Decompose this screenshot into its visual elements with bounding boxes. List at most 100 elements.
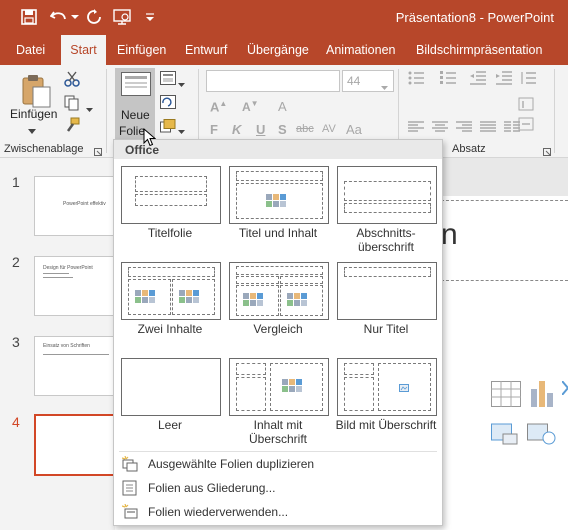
- text-placeholder: [344, 203, 431, 213]
- title-placeholder-text: n: [441, 218, 458, 251]
- layout-dropdown-icon[interactable]: [178, 76, 185, 90]
- tab-bildschirmpraesentation[interactable]: Bildschirmpräsentation: [416, 35, 542, 65]
- text-placeholder: [344, 377, 374, 411]
- layout-inhalt-mit-ueberschrift-thumbnail[interactable]: [229, 358, 329, 416]
- slide-thumbnail[interactable]: Design für PowerPoint: [34, 256, 118, 316]
- new-slide-label-line2: Folie: [119, 124, 146, 138]
- layout-nur-titel-thumbnail[interactable]: [337, 262, 437, 320]
- shadow-button[interactable]: S: [278, 122, 287, 137]
- undo-icon[interactable]: [48, 8, 70, 26]
- columns-icon[interactable]: [504, 121, 520, 136]
- insert-smartart-icon[interactable]: [561, 380, 568, 398]
- slide-number: 1: [12, 174, 20, 190]
- layout-bild-mit-ueberschrift-label[interactable]: Bild mit Überschrift: [332, 418, 440, 432]
- layout-zwei-inhalte-thumbnail[interactable]: [121, 262, 221, 320]
- layout-inhalt-mit-ueberschrift-label[interactable]: Inhalt mit Überschrift: [224, 418, 332, 446]
- insert-table-icon[interactable]: [491, 381, 521, 410]
- present-from-start-icon[interactable]: [112, 8, 134, 26]
- font-family-box[interactable]: [206, 70, 340, 92]
- layout-leer-label[interactable]: Leer: [116, 418, 224, 432]
- font-size-box[interactable]: 44: [342, 70, 394, 92]
- bullets-icon[interactable]: [408, 71, 424, 88]
- content-placeholder: [441, 286, 568, 530]
- layout-titelfolie-thumbnail[interactable]: [121, 166, 221, 224]
- layout-bild-mit-ueberschrift-thumbnail[interactable]: [337, 358, 437, 416]
- align-right-icon[interactable]: [456, 121, 472, 136]
- title-placeholder: [236, 266, 323, 275]
- tab-start[interactable]: Start: [61, 35, 106, 65]
- copy-icon[interactable]: [64, 95, 80, 114]
- insert-picture-icon[interactable]: [491, 420, 521, 449]
- shrink-font-icon[interactable]: A▼: [242, 99, 259, 114]
- align-left-icon[interactable]: [408, 121, 424, 136]
- layout-vergleich-thumbnail[interactable]: [229, 262, 329, 320]
- justify-icon[interactable]: [480, 121, 496, 136]
- increase-indent-icon[interactable]: [496, 71, 512, 88]
- layout-abschnittsueberschrift-thumbnail[interactable]: [337, 166, 437, 224]
- layout-abschnittsueberschrift-label[interactable]: Abschnitts-überschrift: [332, 226, 440, 254]
- slide-thumbnail-selected[interactable]: [34, 414, 120, 476]
- title-placeholder: [236, 363, 266, 375]
- section-dropdown-icon[interactable]: [178, 123, 185, 137]
- paste-dropdown-icon[interactable]: [28, 123, 36, 137]
- clipboard-launcher-icon[interactable]: [94, 145, 102, 159]
- grow-font-icon[interactable]: A▲: [210, 99, 227, 114]
- paragraph-launcher-icon[interactable]: [543, 145, 551, 159]
- align-text-icon[interactable]: [518, 117, 534, 134]
- slide-thumbnail-title: Einsatz von Schriften: [43, 343, 90, 349]
- slides-from-outline-item[interactable]: Folien aus Gliederung...: [120, 477, 436, 499]
- new-slide-label-line1: Neue: [121, 108, 150, 122]
- copy-dropdown-icon[interactable]: [86, 101, 93, 115]
- tab-einfuegen[interactable]: Einfügen: [117, 35, 166, 65]
- layout-titel-und-inhalt-label[interactable]: Titel und Inhalt: [224, 226, 332, 240]
- customize-quick-access-icon[interactable]: [142, 8, 158, 26]
- character-spacing-button[interactable]: AV: [322, 123, 336, 135]
- tab-uebergaenge[interactable]: Übergänge: [247, 35, 309, 65]
- slide-thumbnail[interactable]: PowerPoint effektiv: [34, 176, 118, 236]
- layout-leer-thumbnail[interactable]: [121, 358, 221, 416]
- title-placeholder-border: [441, 280, 568, 281]
- slide-editor[interactable]: n: [441, 158, 568, 530]
- cut-icon[interactable]: [64, 71, 80, 90]
- layout-nur-titel-label[interactable]: Nur Titel: [332, 322, 440, 336]
- ribbon-separator: [106, 69, 107, 153]
- align-center-icon[interactable]: [432, 121, 448, 136]
- layout-titelfolie-label[interactable]: Titelfolie: [116, 226, 224, 240]
- layout-zwei-inhalte-label[interactable]: Zwei Inhalte: [116, 322, 224, 336]
- duplicate-slides-item[interactable]: Ausgewählte Folien duplizieren: [120, 453, 436, 475]
- reuse-slides-item[interactable]: Folien wiederverwenden...: [120, 501, 436, 523]
- numbering-icon[interactable]: [440, 71, 456, 88]
- insert-online-picture-icon[interactable]: [527, 420, 557, 449]
- clear-format-icon[interactable]: A: [278, 99, 287, 114]
- paste-label[interactable]: Einfügen: [10, 107, 57, 121]
- tab-datei[interactable]: Datei: [16, 35, 45, 65]
- reset-slide-icon[interactable]: [160, 95, 176, 112]
- subtitle-placeholder: [135, 194, 207, 206]
- redo-icon[interactable]: [84, 8, 104, 26]
- undo-dropdown-icon[interactable]: [70, 8, 80, 26]
- text-direction-icon[interactable]: [518, 97, 534, 114]
- slide-thumbnail[interactable]: Einsatz von Schriften: [34, 336, 118, 396]
- insert-chart-icon[interactable]: [530, 379, 554, 410]
- slide-number: 2: [12, 254, 20, 270]
- section-icon[interactable]: [160, 119, 176, 136]
- tab-animationen[interactable]: Animationen: [326, 35, 396, 65]
- bold-button[interactable]: F: [210, 122, 218, 137]
- slides-from-outline-icon: [122, 480, 138, 496]
- tab-entwurf[interactable]: Entwurf: [185, 35, 227, 65]
- title-placeholder: [344, 363, 374, 375]
- format-painter-icon[interactable]: [64, 117, 80, 136]
- layout-titel-und-inhalt-thumbnail[interactable]: [229, 166, 329, 224]
- slide-thumbnail-text-line: [43, 354, 109, 355]
- strikethrough-button[interactable]: abc: [296, 123, 314, 135]
- text-placeholder: [236, 377, 266, 411]
- ribbon-separator: [554, 69, 555, 153]
- layout-icon[interactable]: [160, 71, 176, 88]
- change-case-button[interactable]: Aa: [346, 122, 362, 137]
- layout-vergleich-label[interactable]: Vergleich: [224, 322, 332, 336]
- save-icon[interactable]: [18, 8, 40, 26]
- italic-button[interactable]: K: [232, 122, 241, 137]
- underline-button[interactable]: U: [256, 122, 265, 137]
- line-spacing-icon[interactable]: [520, 71, 536, 88]
- decrease-indent-icon[interactable]: [470, 71, 486, 88]
